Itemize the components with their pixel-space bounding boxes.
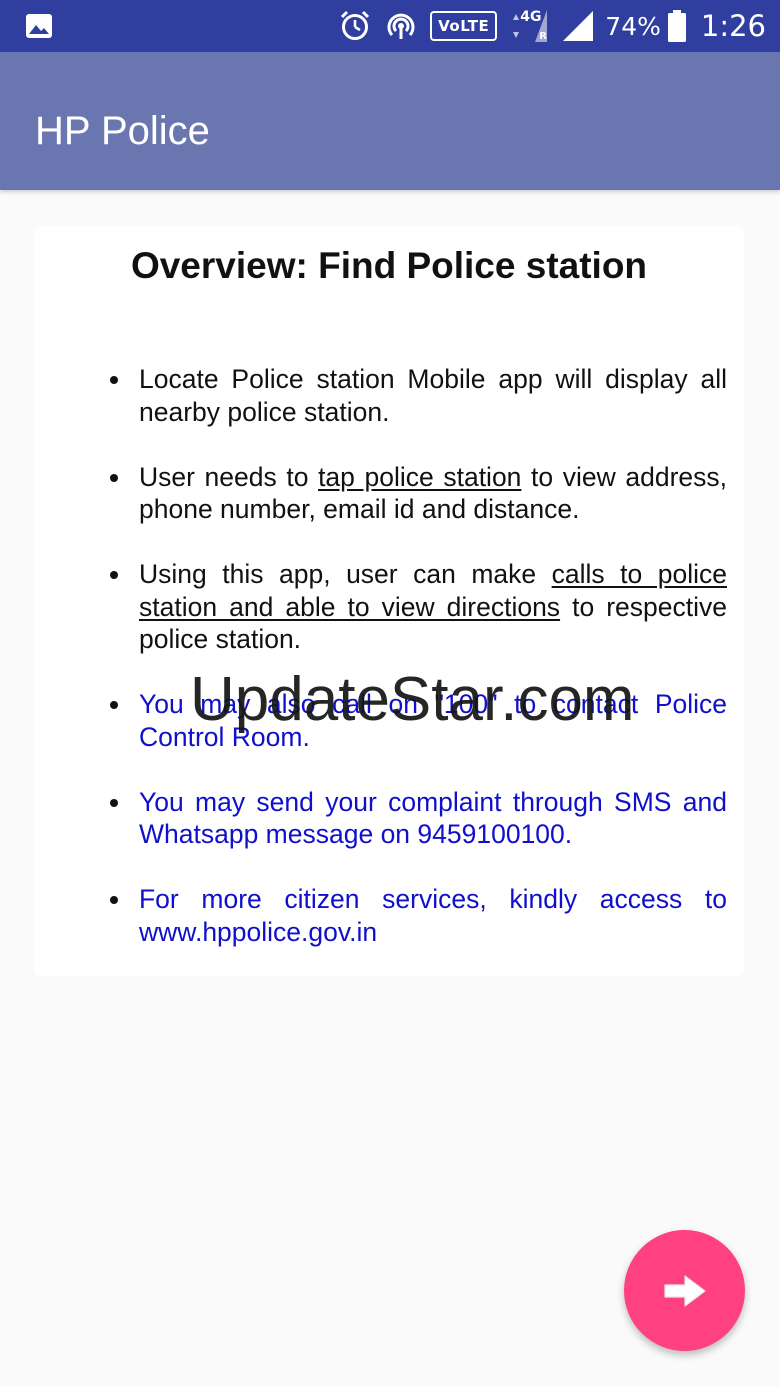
list-item: Locate Police station Mobile app will di… [110,364,727,427]
battery-percent: 74% [605,11,661,41]
gallery-icon [26,14,52,38]
tap-police-station-link[interactable]: tap police station [318,462,521,492]
overview-list: Locate Police station Mobile app will di… [34,363,744,981]
roaming-label: R [539,31,547,42]
app-bar: HP Police [0,52,780,190]
status-icons: VoLTE 4G R 74% 1:26 [326,0,766,52]
volte-icon: VoLTE [430,11,498,41]
cell-signal-icon [561,9,595,43]
list-item: Using this app, user can make calls to p… [110,559,727,654]
signal-4g-icon: 4G R [509,6,549,46]
list-item: You may send your complaint through SMS … [110,786,727,849]
next-button[interactable] [624,1230,745,1351]
battery-icon [667,9,687,43]
status-bar: VoLTE 4G R 74% 1:26 [0,0,780,52]
list-item: User needs to tap police station to view… [110,461,727,524]
alarm-icon [338,9,372,43]
clock-time: 1:26 [700,9,766,43]
network-type-label: 4G [520,9,542,25]
app-title: HP Police [35,109,210,153]
hotspot-icon [384,9,418,43]
arrow-right-icon [663,1274,706,1307]
card-title: Overview: Find Police station [130,245,648,286]
overview-card: Overview: Find Police station Locate Pol… [34,226,744,976]
list-item: You may also call on "100" to contact Po… [110,689,727,752]
list-item: For more citizen services, kindly access… [110,884,727,947]
